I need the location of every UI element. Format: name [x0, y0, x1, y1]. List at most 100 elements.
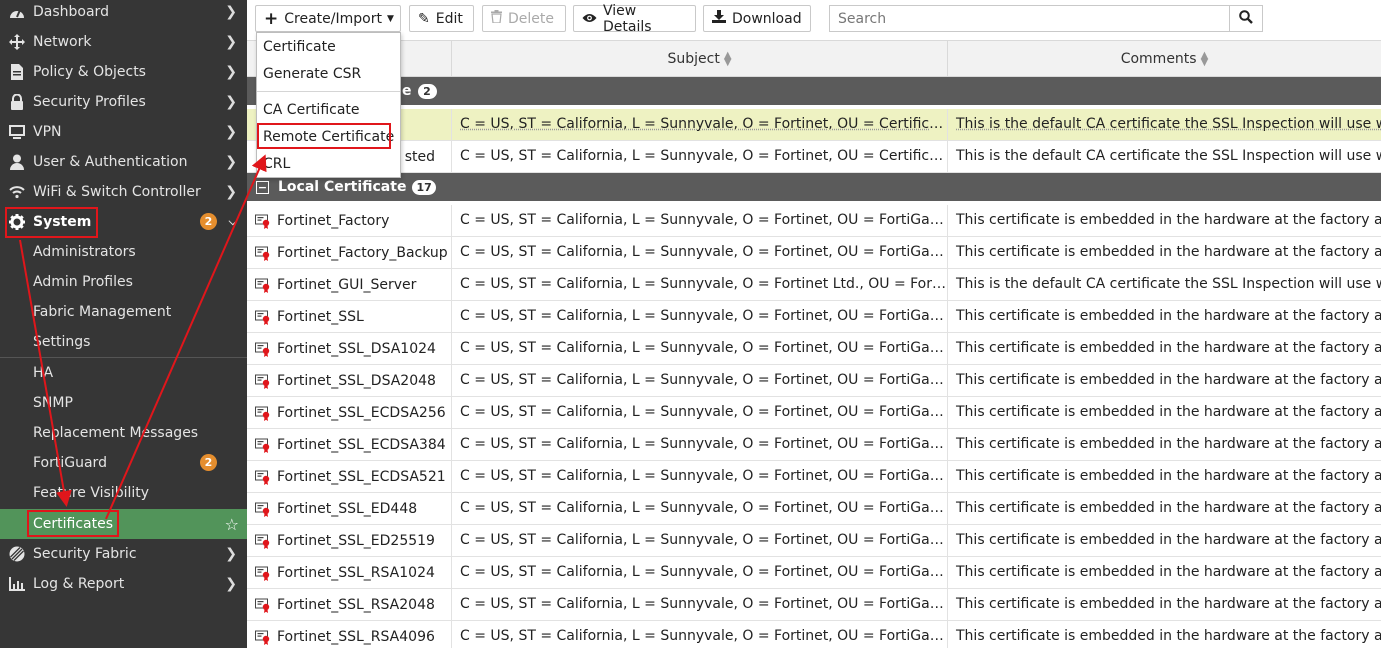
user-icon	[8, 154, 26, 170]
group-label: e	[402, 83, 412, 99]
table-row[interactable]: Fortinet_SSL_ECDSA256 C = US, ST = Califo…	[247, 397, 1381, 429]
certificate-icon	[255, 437, 271, 453]
search-input[interactable]	[829, 5, 1229, 32]
cell-name: Fortinet_Factory_Backup	[247, 237, 451, 268]
collapse-icon[interactable]: −	[256, 180, 269, 194]
cell-name: Fortinet_SSL_DSA2048	[247, 365, 451, 396]
group-header-ca-certificate[interactable]: e 2	[247, 77, 1381, 105]
sidebar-subitem-snmp[interactable]: SNMP	[0, 388, 247, 418]
menu-item-crl[interactable]: CRL	[257, 150, 400, 177]
chevron-right-icon: ❯	[225, 4, 237, 20]
create-import-button[interactable]: + Create/Import ▼	[255, 5, 401, 32]
cell-name: Fortinet_SSL_ED448	[247, 493, 451, 524]
sidebar-subitem-fortiguard[interactable]: FortiGuard 2	[0, 448, 247, 478]
sidebar-item-policy-objects[interactable]: Policy & Objects ❯	[0, 57, 247, 87]
certificate-name: Fortinet_SSL_ECDSA521	[277, 468, 446, 485]
sidebar-item-label: Dashboard	[33, 4, 109, 20]
table-row[interactable]: Fortinet_SSL_DSA1024 C = US, ST = Califor…	[247, 333, 1381, 365]
table-row[interactable]: Fortinet_SSL_ED448 C = US, ST = Californi…	[247, 493, 1381, 525]
certificate-icon	[255, 245, 271, 261]
sidebar-item-log-report[interactable]: Log & Report ❯	[0, 569, 247, 599]
cell-subject: C = US, ST = California, L = Sunnyvale, …	[451, 205, 947, 236]
sidebar-subitem-fabric-management[interactable]: Fabric Management	[0, 297, 247, 327]
table-row[interactable]: Fortinet_SSL_ECDSA521 C = US, ST = Califo…	[247, 461, 1381, 493]
certificate-name: Fortinet_SSL_ECDSA384	[277, 436, 446, 453]
sidebar-item-wifi-switch[interactable]: WiFi & Switch Controller ❯	[0, 177, 247, 207]
monitor-icon	[8, 124, 26, 140]
table-row[interactable]: Fortinet_Factory C = US, ST = California,…	[247, 205, 1381, 237]
chevron-right-icon: ❯	[225, 576, 237, 592]
sidebar-item-label: Log & Report	[33, 576, 125, 592]
group-header-local-certificate[interactable]: − Local Certificate 17	[247, 173, 1381, 201]
certificate-name: Fortinet_SSL_ED448	[277, 500, 418, 517]
sidebar-item-label: User & Authentication	[33, 154, 188, 170]
certificate-icon	[255, 501, 271, 517]
menu-item-generate-csr[interactable]: Generate CSR	[257, 60, 400, 87]
cell-subject: C = US, ST = California, L = Sunnyvale, …	[451, 333, 947, 364]
lock-icon	[8, 94, 26, 110]
sidebar-item-dashboard[interactable]: Dashboard ❯	[0, 0, 247, 27]
sidebar-item-user-authentication[interactable]: User & Authentication ❯	[0, 147, 247, 177]
table-row[interactable]: C = US, ST = California, L = Sunnyvale, …	[247, 109, 1381, 141]
certificate-name: Fortinet_SSL_RSA2048	[277, 596, 435, 613]
cell-comments: This certificate is embedded in the hard…	[947, 301, 1381, 332]
table-row[interactable]: Fortinet_SSL_ED25519 C = US, ST = Califor…	[247, 525, 1381, 557]
sidebar-subitem-feature-visibility[interactable]: Feature Visibility	[0, 478, 247, 508]
delete-button[interactable]: Delete	[482, 5, 566, 32]
edit-button[interactable]: ✎ Edit	[409, 5, 474, 32]
sidebar-item-label: Security Profiles	[33, 94, 146, 110]
sidebar-subitem-administrators[interactable]: Administrators	[0, 237, 247, 267]
sidebar-item-vpn[interactable]: VPN ❯	[0, 117, 247, 147]
sidebar-item-security-fabric[interactable]: Security Fabric ❯	[0, 539, 247, 569]
table-row[interactable]: Fortinet_SSL C = US, ST = California, L =…	[247, 301, 1381, 333]
sidebar-item-security-profiles[interactable]: Security Profiles ❯	[0, 87, 247, 117]
column-header-comments[interactable]: Comments ▲ ▼	[947, 41, 1381, 77]
certificate-name: Fortinet_SSL_RSA4096	[277, 628, 435, 645]
cell-subject: C = US, ST = California, L = Sunnyvale, …	[451, 557, 947, 588]
cell-name: Fortinet_SSL_ECDSA521	[247, 461, 451, 492]
table-row[interactable]: Fortinet_GUI_Server C = US, ST = Californ…	[247, 269, 1381, 301]
cell-name: Fortinet_GUI_Server	[247, 269, 451, 300]
cell-name: Fortinet_SSL_ECDSA384	[247, 429, 451, 460]
annotation-highlight-system	[5, 207, 98, 238]
cell-comments: This certificate is embedded in the hard…	[947, 589, 1381, 620]
cell-name: Fortinet_SSL_DSA1024	[247, 333, 451, 364]
eye-icon	[582, 11, 597, 27]
sidebar-subitem-ha[interactable]: HA	[0, 358, 247, 388]
cell-subject: C = US, ST = California, L = Sunnyvale, …	[451, 237, 947, 268]
certificate-name: Fortinet_SSL_RSA1024	[277, 564, 435, 581]
table-header: Subject ▲ ▼ Comments ▲ ▼	[247, 40, 1381, 77]
column-header-subject[interactable]: Subject ▲ ▼	[451, 41, 947, 77]
table-row[interactable]: Fortinet_SSL_RSA4096 C = US, ST = Califor…	[247, 621, 1381, 648]
sidebar-subitem-admin-profiles[interactable]: Admin Profiles	[0, 267, 247, 297]
cell-name: Fortinet_SSL_RSA4096	[247, 621, 451, 648]
chevron-right-icon: ❯	[225, 34, 237, 50]
download-button[interactable]: Download	[703, 5, 811, 32]
chevron-right-icon: ❯	[225, 546, 237, 562]
menu-item-certificate[interactable]: Certificate	[257, 33, 400, 60]
chevron-down-icon: ⌵	[228, 215, 237, 228]
cell-comments: This certificate is embedded in the hard…	[947, 237, 1381, 268]
certificate-name: Fortinet_GUI_Server	[277, 276, 417, 293]
table-row[interactable]: Fortinet_SSL_RSA1024 C = US, ST = Califor…	[247, 557, 1381, 589]
table-row[interactable]: Fortinet_SSL_ECDSA384 C = US, ST = Califo…	[247, 429, 1381, 461]
search-button[interactable]	[1229, 5, 1263, 32]
certificate-name: Fortinet_Factory_Backup	[277, 244, 448, 261]
sidebar-subitem-settings[interactable]: Settings	[0, 327, 247, 357]
table-row[interactable]: Fortinet_Factory_Backup C = US, ST = Cali…	[247, 237, 1381, 269]
certificate-icon	[255, 533, 271, 549]
sidebar-item-network[interactable]: Network ❯	[0, 27, 247, 57]
star-icon[interactable]: ☆	[225, 515, 239, 534]
cell-comments: This certificate is embedded in the hard…	[947, 621, 1381, 648]
certificate-name: Fortinet_SSL_ED25519	[277, 532, 435, 549]
cell-subject: C = US, ST = California, L = Sunnyvale, …	[451, 621, 947, 648]
table-row[interactable]: sted C = US, ST = California, L = Sunnyva…	[247, 141, 1381, 173]
certificate-icon	[255, 309, 271, 325]
group-count-badge: 17	[412, 179, 436, 195]
table-row[interactable]: Fortinet_SSL_RSA2048 C = US, ST = Califor…	[247, 589, 1381, 621]
sidebar-subitem-replacement-messages[interactable]: Replacement Messages	[0, 418, 247, 448]
menu-item-ca-certificate[interactable]: CA Certificate	[257, 96, 400, 123]
view-details-button[interactable]: View Details	[573, 3, 696, 35]
column-header-label: Subject	[667, 51, 720, 67]
table-row[interactable]: Fortinet_SSL_DSA2048 C = US, ST = Califor…	[247, 365, 1381, 397]
